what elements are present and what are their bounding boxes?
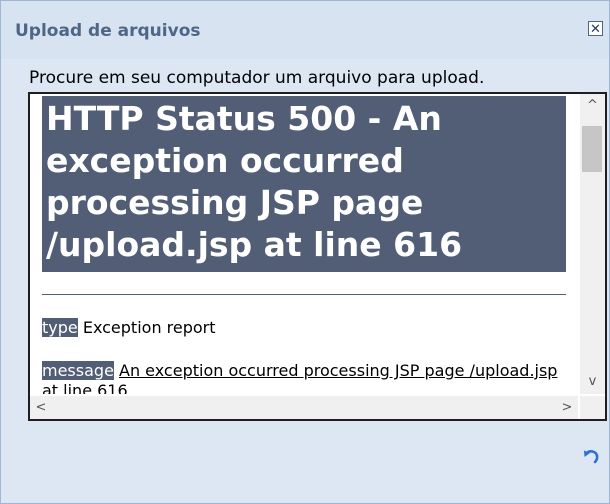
message-line: message An exception occurred processing… bbox=[42, 361, 566, 394]
divider bbox=[42, 294, 566, 295]
scrollbar-corner bbox=[580, 396, 605, 419]
vertical-scroll-thumb[interactable] bbox=[582, 126, 602, 172]
refresh-icon[interactable] bbox=[581, 447, 601, 467]
scroll-left-icon[interactable]: < bbox=[30, 396, 52, 419]
dialog-title: Upload de arquivos bbox=[15, 21, 201, 41]
upload-dialog: Upload de arquivos ✕ Procure em seu comp… bbox=[0, 0, 610, 504]
message-label: message bbox=[42, 361, 114, 380]
type-label: type bbox=[42, 318, 78, 337]
horizontal-scrollbar[interactable]: < > bbox=[30, 396, 578, 419]
dialog-titlebar: Upload de arquivos ✕ bbox=[1, 1, 609, 59]
close-button[interactable]: ✕ bbox=[588, 21, 603, 37]
type-line: type Exception report bbox=[42, 318, 216, 337]
type-value: Exception report bbox=[77, 318, 216, 337]
message-value: An exception occurred processing JSP pag… bbox=[42, 361, 558, 394]
upload-frame[interactable]: HTTP Status 500 - An exception occurred … bbox=[28, 92, 607, 421]
close-icon: ✕ bbox=[590, 22, 601, 37]
scroll-down-icon[interactable]: v bbox=[580, 370, 605, 394]
instruction-text: Procure em seu computador um arquivo par… bbox=[29, 68, 485, 88]
scroll-up-icon[interactable]: ^ bbox=[580, 94, 605, 118]
scroll-right-icon[interactable]: > bbox=[556, 396, 578, 419]
vertical-scrollbar[interactable]: ^ v bbox=[580, 94, 605, 394]
error-heading: HTTP Status 500 - An exception occurred … bbox=[42, 96, 566, 272]
error-page: HTTP Status 500 - An exception occurred … bbox=[30, 94, 578, 394]
